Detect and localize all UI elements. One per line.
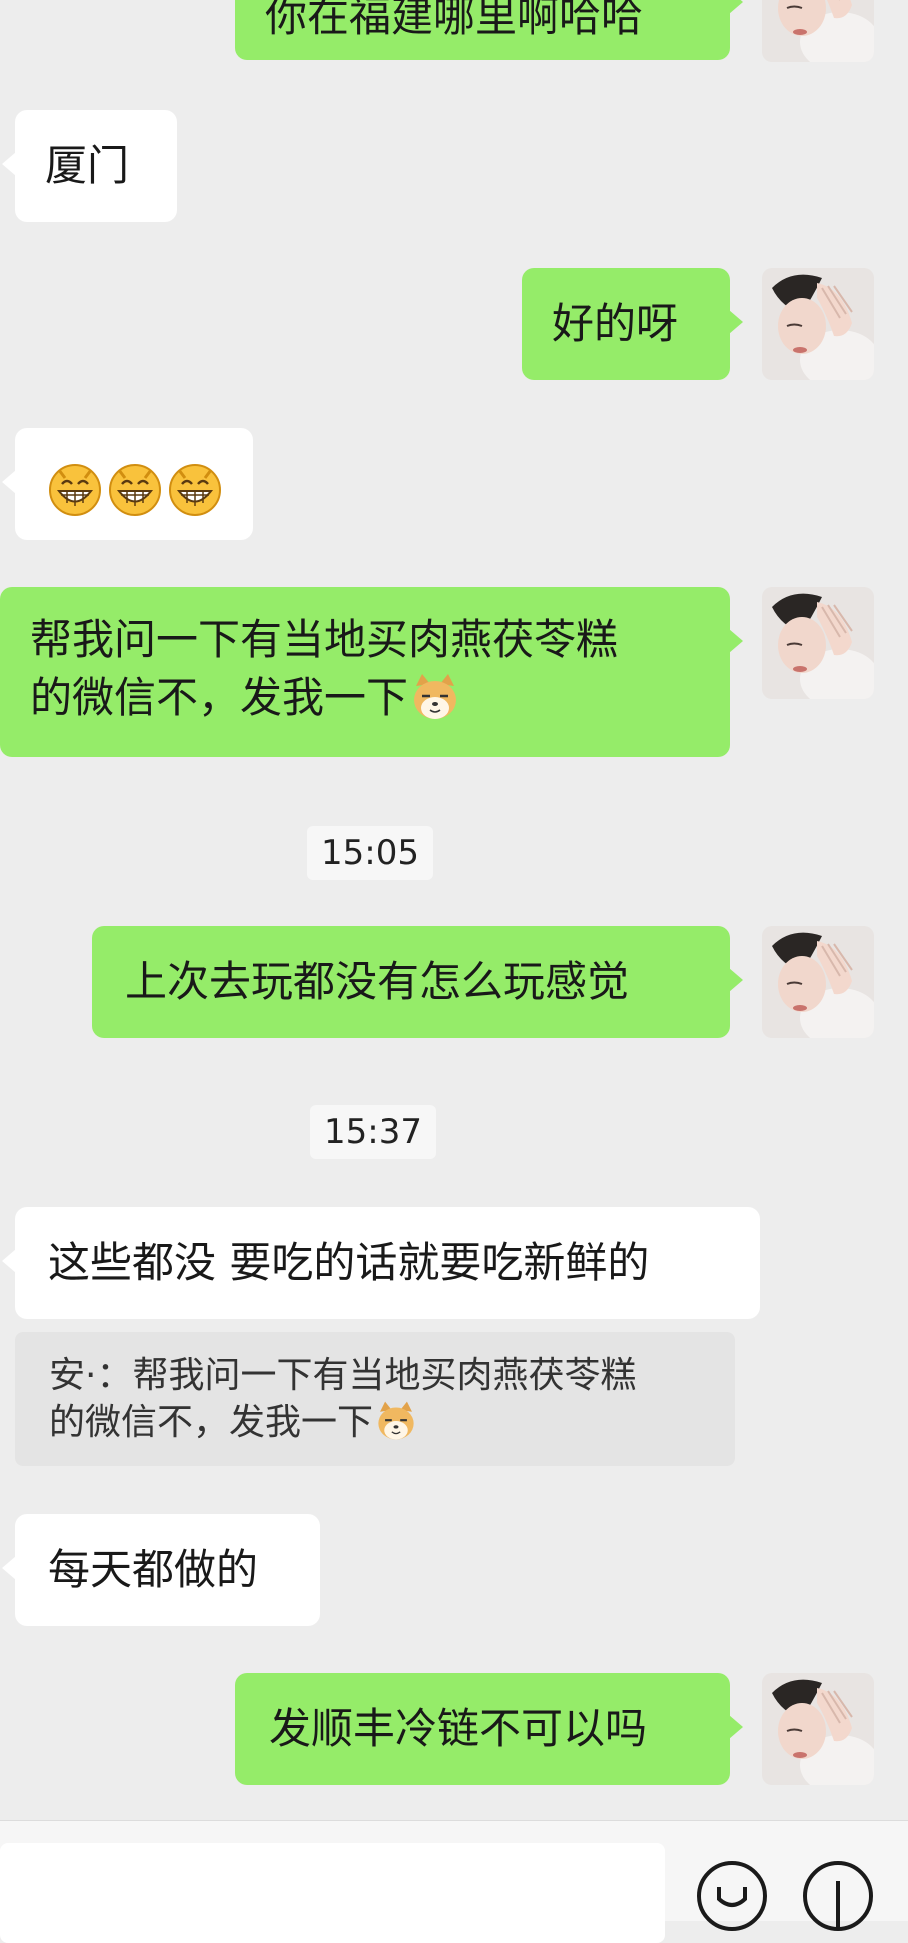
message-bubble-sent[interactable]: 帮我问一下有当地买肉燕茯苓糕 的微信不，发我一下 (0, 587, 743, 757)
user-avatar[interactable] (762, 587, 874, 699)
message-text: 每天都做的 (48, 1545, 259, 1594)
message-bubble-sent[interactable]: 好的呀 (522, 268, 743, 380)
message-text: 好的呀 (552, 299, 679, 348)
message-text: 你在福建哪里啊哈哈 (265, 0, 644, 41)
message-text: 发顺丰冷链不可以吗 (269, 1704, 648, 1753)
user-avatar[interactable] (762, 1673, 874, 1785)
message-bubble-received[interactable]: 这些都没 要吃的话就要吃新鲜的 (2, 1207, 760, 1319)
doge-emoji (410, 672, 460, 722)
grin-emoji (167, 460, 223, 516)
user-avatar[interactable] (762, 0, 874, 62)
emoji-icon[interactable] (697, 1861, 767, 1931)
user-avatar[interactable] (762, 268, 874, 380)
avatar-image (762, 1673, 874, 1785)
doge-emoji (375, 1400, 417, 1442)
message-bubble-sent[interactable]: 上次去玩都没有怎么玩感觉 (92, 926, 743, 1038)
message-text-line: 的微信不，发我一下 (30, 669, 730, 727)
timestamp: 15:05 (307, 826, 433, 880)
avatar-image (762, 587, 874, 699)
user-avatar[interactable] (762, 926, 874, 1038)
message-input[interactable] (0, 1843, 665, 1943)
message-bubble-received[interactable] (2, 428, 253, 540)
grin-emoji (47, 460, 103, 516)
message-bubble-sent[interactable]: 发顺丰冷链不可以吗 (235, 1673, 743, 1785)
avatar-image (762, 0, 874, 62)
timestamp: 15:37 (310, 1105, 436, 1159)
message-bubble-received[interactable]: 每天都做的 (2, 1514, 320, 1626)
quote-text-line: 的微信不，发我一下 (49, 1399, 701, 1446)
quoted-message[interactable]: 安·：帮我问一下有当地买肉燕茯苓糕 的微信不，发我一下 (15, 1332, 735, 1466)
input-bar (0, 1820, 908, 1943)
message-text: 上次去玩都没有怎么玩感觉 (125, 957, 630, 1006)
quote-text-line: 安·：帮我问一下有当地买肉燕茯苓糕 (49, 1355, 637, 1396)
avatar-image (762, 926, 874, 1038)
message-bubble-received[interactable]: 厦门 (2, 110, 177, 222)
message-bubble-sent[interactable]: 你在福建哪里啊哈哈 (235, 0, 743, 60)
message-text-line: 帮我问一下有当地买肉燕茯苓糕 (30, 615, 619, 664)
message-text: 这些都没 要吃的话就要吃新鲜的 (48, 1238, 650, 1287)
avatar-image (762, 268, 874, 380)
grin-emoji (107, 460, 163, 516)
message-text: 厦门 (45, 141, 130, 190)
plus-icon[interactable] (803, 1861, 873, 1931)
